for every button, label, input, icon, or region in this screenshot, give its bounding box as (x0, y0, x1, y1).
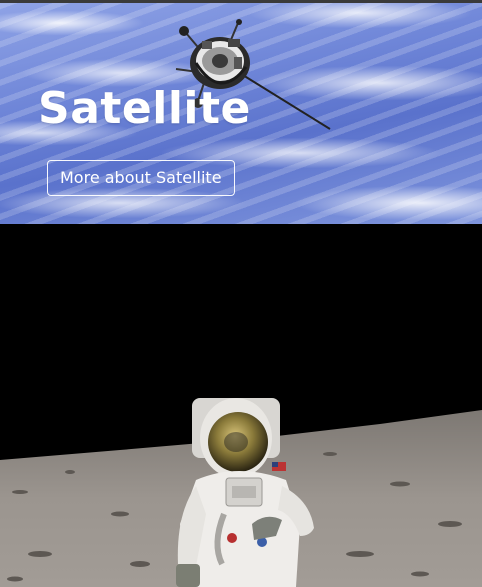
more-about-satellite-button[interactable]: More about Satellite (47, 160, 235, 196)
hero-banner: Satellite More about Satellite (0, 3, 482, 224)
page: Satellite More about Satellite (0, 0, 482, 587)
astronaut-on-moon-image (0, 398, 482, 587)
top-bar (0, 0, 482, 3)
hero-title: Satellite (38, 83, 251, 134)
moon-image (0, 224, 482, 587)
